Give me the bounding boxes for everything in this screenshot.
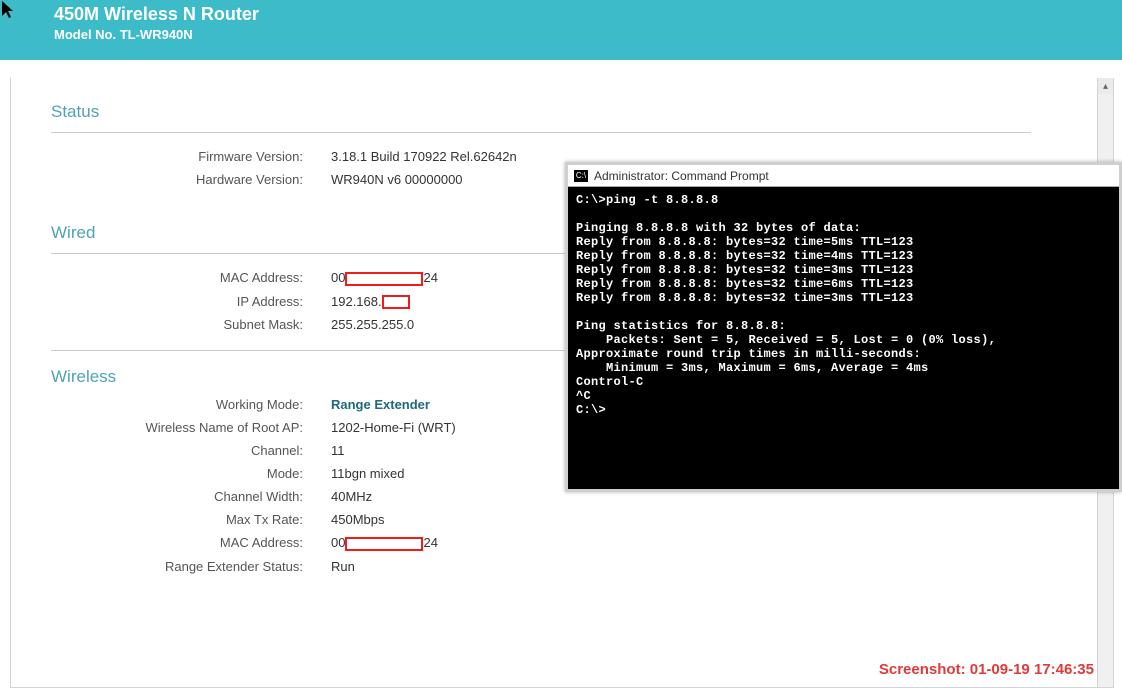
- cmd-icon: C:\: [574, 170, 588, 182]
- app-header: 450M Wireless N Router Model No. TL-WR94…: [0, 0, 1122, 60]
- wired-mac-label: MAC Address:: [51, 270, 331, 285]
- working-mode-label: Working Mode:: [51, 397, 331, 412]
- model-number: Model No. TL-WR940N: [54, 27, 1122, 42]
- cmd-line: Reply from 8.8.8.8: bytes=32 time=6ms TT…: [576, 277, 914, 291]
- root-ap-value: 1202-Home-Fi (WRT): [331, 420, 456, 435]
- redaction-box: [382, 295, 410, 309]
- mac-prefix: 00: [331, 270, 345, 285]
- mac-prefix: 00: [331, 535, 345, 550]
- divider: [51, 253, 571, 254]
- firmware-label: Firmware Version:: [51, 149, 331, 164]
- redaction-box: [345, 537, 423, 551]
- mouse-cursor-icon: [2, 1, 16, 24]
- cmd-output[interactable]: C:\>ping -t 8.8.8.8 Pinging 8.8.8.8 with…: [568, 187, 1119, 423]
- wmode-value: 11bgn mixed: [331, 466, 404, 481]
- command-prompt-window[interactable]: C:\ Administrator: Command Prompt C:\>pi…: [565, 162, 1122, 492]
- divider: [51, 132, 1031, 133]
- wireless-mac-value: 00 24: [331, 535, 438, 551]
- cmd-line: Reply from 8.8.8.8: bytes=32 time=4ms TT…: [576, 249, 914, 263]
- redaction-box: [345, 272, 423, 286]
- screenshot-timestamp: Screenshot: 01-09-19 17:46:35: [879, 661, 1094, 678]
- wmode-label: Mode:: [51, 466, 331, 481]
- status-heading: Status: [51, 102, 1031, 122]
- mac-suffix: 24: [423, 535, 437, 550]
- cmd-line: Minimum = 3ms, Maximum = 6ms, Average = …: [576, 361, 929, 375]
- root-ap-label: Wireless Name of Root AP:: [51, 420, 331, 435]
- cmd-line: C:\>: [576, 403, 606, 417]
- scroll-up-arrow[interactable]: ▴: [1098, 78, 1113, 94]
- wired-subnet-value: 255.255.255.0: [331, 317, 414, 332]
- cmd-line: Reply from 8.8.8.8: bytes=32 time=5ms TT…: [576, 235, 914, 249]
- channel-value: 11: [331, 443, 345, 458]
- product-title: 450M Wireless N Router: [54, 4, 1122, 25]
- hardware-label: Hardware Version:: [51, 172, 331, 187]
- hardware-value: WR940N v6 00000000: [331, 172, 463, 187]
- cmd-line: Reply from 8.8.8.8: bytes=32 time=3ms TT…: [576, 263, 914, 277]
- cmd-line: Packets: Sent = 5, Received = 5, Lost = …: [576, 333, 996, 347]
- ext-status-row: Range Extender Status: Run: [51, 559, 1031, 574]
- cmd-line: Reply from 8.8.8.8: bytes=32 time=3ms TT…: [576, 291, 914, 305]
- ext-status-label: Range Extender Status:: [51, 559, 331, 574]
- working-mode-value: Range Extender: [331, 397, 430, 412]
- cmd-title: Administrator: Command Prompt: [594, 169, 769, 183]
- cmd-line: Pinging 8.8.8.8 with 32 bytes of data:: [576, 221, 861, 235]
- wireless-mac-row: MAC Address: 00 24: [51, 535, 1031, 551]
- txrate-label: Max Tx Rate:: [51, 512, 331, 527]
- header-gap: [0, 60, 1122, 78]
- cwidth-value: 40MHz: [331, 489, 372, 504]
- txrate-value: 450Mbps: [331, 512, 384, 527]
- wired-subnet-label: Subnet Mask:: [51, 317, 331, 332]
- wired-mac-value: 00 24: [331, 270, 438, 286]
- divider: [51, 350, 571, 351]
- wireless-mac-label: MAC Address:: [51, 535, 331, 550]
- cmd-line: Approximate round trip times in milli-se…: [576, 347, 921, 361]
- ip-prefix: 192.168.: [331, 294, 382, 309]
- cmd-line: Control-C: [576, 375, 644, 389]
- firmware-value: 3.18.1 Build 170922 Rel.62642n: [331, 149, 517, 164]
- cmd-line: C:\>ping -t 8.8.8.8: [576, 193, 719, 207]
- cmd-titlebar[interactable]: C:\ Administrator: Command Prompt: [568, 165, 1119, 187]
- cmd-line: ^C: [576, 389, 591, 403]
- mac-suffix: 24: [423, 270, 437, 285]
- txrate-row: Max Tx Rate: 450Mbps: [51, 512, 1031, 527]
- channel-label: Channel:: [51, 443, 331, 458]
- ext-status-value: Run: [331, 559, 355, 574]
- cwidth-label: Channel Width:: [51, 489, 331, 504]
- wired-ip-value: 192.168.: [331, 294, 410, 310]
- cmd-line: Ping statistics for 8.8.8.8:: [576, 319, 786, 333]
- wired-ip-label: IP Address:: [51, 294, 331, 309]
